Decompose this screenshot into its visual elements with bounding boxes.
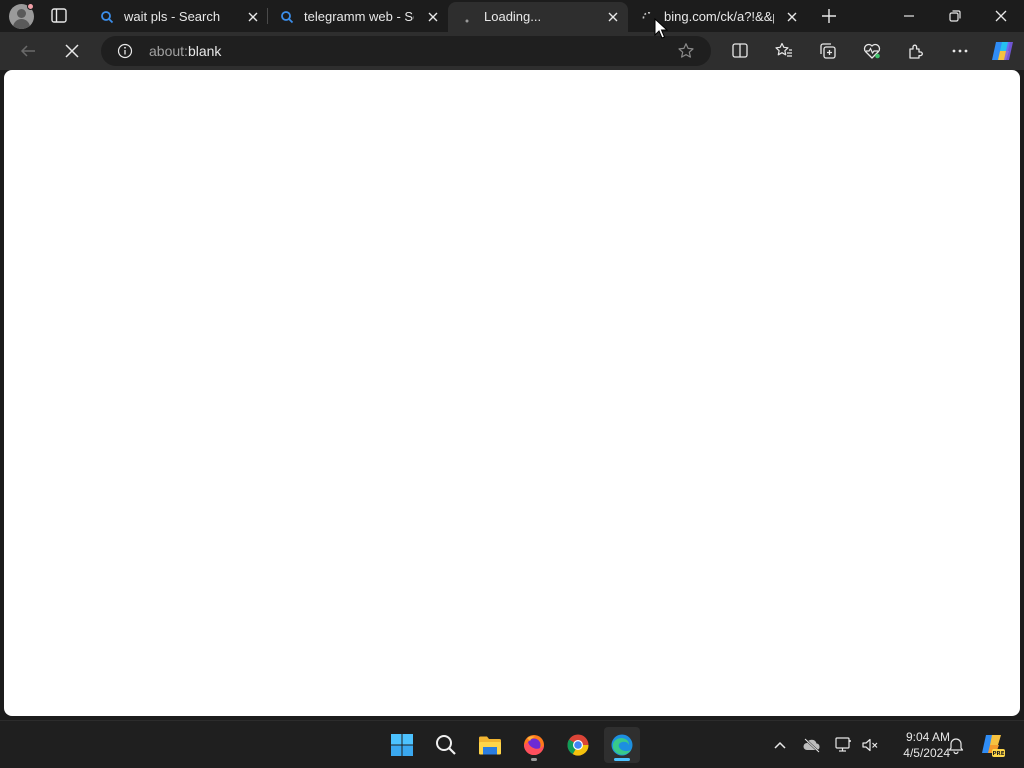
windows-logo-icon: [391, 734, 413, 756]
chrome-icon: [567, 734, 589, 756]
show-hidden-icons-chevron-icon[interactable]: [770, 735, 790, 755]
taskbar: 9:04 AM 4/5/2024 PRE: [0, 720, 1024, 768]
close-tab-icon[interactable]: [426, 10, 440, 24]
loading-spinner-icon: [642, 11, 651, 21]
tab-title: bing.com/ck/a?!&&p=: [664, 9, 774, 24]
system-clock[interactable]: 9:04 AM 4/5/2024: [884, 729, 950, 761]
restore-icon[interactable]: [947, 8, 963, 24]
clock-date: 4/5/2024: [903, 746, 950, 760]
info-icon[interactable]: [117, 43, 133, 59]
tab-title: wait pls - Search: [124, 9, 221, 24]
start-button[interactable]: [384, 727, 420, 763]
profile-notification-dot: [27, 3, 34, 10]
edge-icon: [611, 734, 633, 756]
search-icon: [101, 11, 114, 24]
network-icon[interactable]: [834, 735, 854, 755]
close-tab-icon[interactable]: [606, 10, 620, 24]
close-window-icon[interactable]: [993, 8, 1009, 24]
mouse-cursor-icon: [654, 18, 668, 39]
search-icon: [281, 11, 294, 24]
clock-time: 9:04 AM: [905, 730, 950, 744]
volume-muted-icon[interactable]: [860, 735, 880, 755]
browser-toolbar: about:blank: [0, 32, 1024, 70]
new-tab-icon[interactable]: [820, 7, 838, 25]
minimize-icon[interactable]: [901, 8, 917, 24]
address-bar[interactable]: about:blank: [101, 36, 711, 66]
tab-title: telegramm web - Search: [304, 9, 414, 24]
search-icon: [436, 735, 456, 755]
active-indicator: [614, 758, 630, 761]
tab-telegramm-web-search[interactable]: telegramm web - Search: [268, 2, 446, 32]
collections-icon[interactable]: [818, 41, 838, 61]
extensions-icon[interactable]: [906, 41, 926, 61]
folder-icon: [479, 736, 501, 755]
copilot-pre-icon[interactable]: PRE: [980, 732, 1006, 758]
chrome-button[interactable]: [560, 727, 596, 763]
notification-bell-icon[interactable]: [946, 735, 966, 755]
file-explorer-button[interactable]: [472, 727, 508, 763]
search-button[interactable]: [428, 727, 464, 763]
address-url[interactable]: about:blank: [149, 43, 221, 59]
stop-loading-icon[interactable]: [63, 42, 81, 60]
tab-loading[interactable]: Loading...: [448, 2, 628, 32]
back-arrow-icon[interactable]: [19, 42, 37, 60]
edge-button[interactable]: [604, 727, 640, 763]
firefox-button[interactable]: [516, 727, 552, 763]
favorite-star-icon[interactable]: [677, 42, 695, 60]
tab-wait-pls-search[interactable]: wait pls - Search: [88, 2, 266, 32]
tab-title: Loading...: [484, 9, 542, 24]
firefox-icon: [524, 735, 544, 755]
onedrive-offline-icon[interactable]: [802, 735, 822, 755]
title-bar: wait pls - Search telegramm web - Search…: [0, 0, 1024, 32]
running-indicator: [531, 758, 537, 761]
page-content[interactable]: [4, 70, 1020, 716]
browser-essentials-icon[interactable]: [862, 41, 882, 61]
svg-text:PRE: PRE: [992, 751, 1004, 757]
copilot-icon[interactable]: [989, 39, 1015, 63]
url-path: blank: [187, 43, 222, 59]
tab-actions-icon[interactable]: [50, 7, 70, 25]
favorites-icon[interactable]: [774, 41, 794, 61]
more-options-icon[interactable]: [950, 41, 970, 61]
loading-icon: [465, 19, 469, 23]
url-scheme: about:: [149, 43, 188, 59]
close-tab-icon[interactable]: [785, 10, 799, 24]
close-tab-icon[interactable]: [246, 10, 260, 24]
split-screen-icon[interactable]: [730, 41, 750, 61]
